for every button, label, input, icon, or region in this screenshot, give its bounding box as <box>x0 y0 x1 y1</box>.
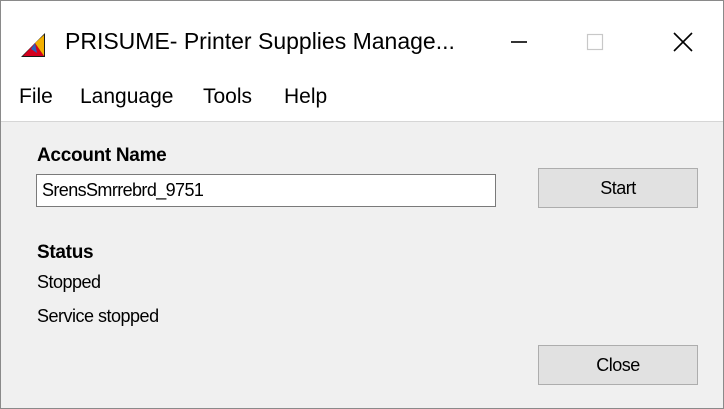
maximize-button[interactable] <box>565 21 625 63</box>
close-button[interactable]: Close <box>538 345 698 385</box>
maximize-icon <box>586 33 604 51</box>
close-icon <box>673 32 693 52</box>
account-name-input[interactable] <box>36 174 496 207</box>
menu-tools[interactable]: Tools <box>203 85 252 109</box>
dialog-body: Account Name Start Status Stopped Servic… <box>1 122 723 408</box>
status-detail: Service stopped <box>37 306 159 326</box>
app-window: PRISUME- Printer Supplies Manage... File… <box>0 0 724 409</box>
minimize-icon <box>511 41 527 43</box>
account-name-label: Account Name <box>37 145 167 166</box>
title-bar[interactable]: PRISUME- Printer Supplies Manage... <box>1 1 723 75</box>
status-label: Status <box>37 242 94 263</box>
menu-language[interactable]: Language <box>80 85 173 109</box>
minimize-button[interactable] <box>489 21 549 63</box>
window-title: PRISUME- Printer Supplies Manage... <box>65 28 455 54</box>
menu-help[interactable]: Help <box>284 85 327 109</box>
menu-file[interactable]: File <box>19 85 53 109</box>
close-window-button[interactable] <box>653 21 713 63</box>
app-icon <box>21 33 45 57</box>
status-value: Stopped <box>37 272 101 292</box>
start-button[interactable]: Start <box>538 168 698 208</box>
menu-bar: File Language Tools Help <box>1 75 723 122</box>
